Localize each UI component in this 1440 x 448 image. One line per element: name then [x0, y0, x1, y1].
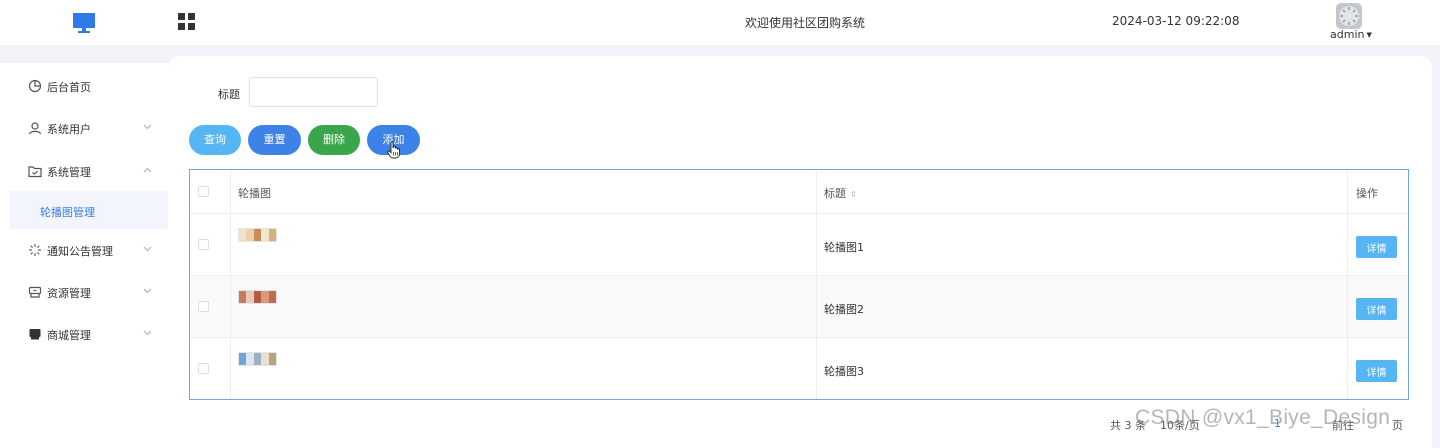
- table-header-row: 轮播图 标题 ⇕ 操作: [190, 170, 1408, 214]
- sidebar-item-users[interactable]: 系统用户: [0, 114, 168, 142]
- pie-chart-icon: [28, 79, 42, 93]
- carousel-thumbnail-image: [238, 228, 277, 242]
- table-row: 轮播图1 详情: [190, 214, 1408, 276]
- column-divider: [230, 170, 231, 399]
- top-bar: 欢迎使用社区团购系统 2024-03-12 09:22:08 admin ▼: [0, 0, 1440, 45]
- user-menu-trigger[interactable]: admin ▼: [1330, 28, 1372, 41]
- sidebar-item-label: 后台首页: [47, 81, 91, 94]
- page-suffix-label: 页: [1392, 419, 1403, 432]
- carousel-thumbnail-image: [238, 290, 277, 304]
- goto-label: 前往: [1332, 419, 1354, 432]
- row-title: 轮播图1: [824, 241, 864, 254]
- column-header-title-label: 标题: [824, 187, 846, 200]
- chevron-down-icon: [143, 288, 152, 294]
- sidebar-item-label: 系统用户: [47, 123, 91, 136]
- page-number-current[interactable]: 1: [1274, 417, 1281, 430]
- delete-button[interactable]: 删除: [308, 125, 360, 155]
- row-checkbox[interactable]: [198, 363, 209, 374]
- sidebar: 后台首页 系统用户 系统管理 轮播图管理 通知公告管理 资源管理 商城管理: [0, 63, 168, 448]
- sidebar-item-shop[interactable]: 商城管理: [0, 320, 168, 348]
- chevron-down-icon: [143, 124, 152, 130]
- user-avatar[interactable]: [1336, 3, 1362, 29]
- sidebar-item-resources[interactable]: 资源管理: [0, 278, 168, 306]
- sidebar-item-label: 通知公告管理: [47, 245, 113, 258]
- sidebar-subitem-carousel[interactable]: 轮播图管理: [10, 191, 168, 229]
- hand-cursor-icon: [387, 141, 400, 159]
- table-row: 轮播图3 详情: [190, 338, 1408, 399]
- row-title: 轮播图3: [824, 365, 864, 378]
- sidebar-item-home[interactable]: 后台首页: [0, 72, 168, 100]
- chevron-down-icon: [143, 330, 152, 336]
- sidebar-subitem-label: 轮播图管理: [40, 206, 95, 219]
- search-title-input[interactable]: [249, 77, 378, 107]
- sparkle-icon: [29, 244, 41, 256]
- sort-icon[interactable]: ⇕: [850, 190, 857, 199]
- sidebar-item-label: 商城管理: [47, 329, 91, 342]
- column-divider: [1347, 170, 1348, 399]
- column-header-actions: 操作: [1356, 187, 1378, 200]
- detail-button[interactable]: 详情: [1356, 298, 1397, 320]
- chevron-up-icon: [143, 167, 152, 173]
- sidebar-item-label: 系统管理: [47, 166, 91, 179]
- row-checkbox[interactable]: [198, 239, 209, 250]
- select-all-checkbox[interactable]: [198, 186, 209, 197]
- grid-menu-icon[interactable]: [178, 13, 195, 30]
- detail-button[interactable]: 详情: [1356, 236, 1397, 258]
- column-header-title[interactable]: 标题 ⇕: [824, 185, 857, 201]
- page-size-select[interactable]: 10条/页: [1160, 417, 1200, 433]
- monitor-logo-icon: [73, 13, 95, 33]
- caret-down-icon: ▼: [1366, 31, 1372, 39]
- folder-check-icon: [28, 166, 42, 178]
- reset-button[interactable]: 重置: [248, 125, 301, 155]
- user-name: admin: [1330, 28, 1365, 41]
- chevron-down-icon: [143, 246, 152, 252]
- sidebar-item-label: 资源管理: [47, 287, 91, 300]
- user-icon: [28, 122, 42, 135]
- row-title: 轮播图2: [824, 303, 864, 316]
- column-divider: [816, 170, 817, 399]
- box-icon: [28, 286, 42, 298]
- query-button[interactable]: 查询: [189, 125, 241, 155]
- main-panel: 标题 查询 重置 删除 添加 轮播图 标题 ⇕ 操作 轮播图1 详情 轮播图2 …: [168, 56, 1432, 448]
- sidebar-item-system[interactable]: 系统管理: [0, 157, 168, 185]
- column-header-image: 轮播图: [238, 187, 271, 200]
- detail-button[interactable]: 详情: [1356, 360, 1397, 382]
- row-checkbox[interactable]: [198, 301, 209, 312]
- shop-icon: [29, 329, 41, 340]
- pagination-total: 共 3 条: [1110, 419, 1146, 432]
- avatar-clock-icon: [1339, 6, 1359, 26]
- sidebar-item-notices[interactable]: 通知公告管理: [0, 236, 168, 264]
- current-datetime: 2024-03-12 09:22:08: [1112, 14, 1240, 28]
- table-row: 轮播图2 详情: [190, 276, 1408, 338]
- carousel-thumbnail-image: [238, 352, 277, 366]
- carousel-table: 轮播图 标题 ⇕ 操作 轮播图1 详情 轮播图2 详情 轮播图3 详情: [189, 169, 1409, 400]
- system-title: 欢迎使用社区团购系统: [744, 16, 865, 30]
- search-title-label: 标题: [218, 88, 240, 101]
